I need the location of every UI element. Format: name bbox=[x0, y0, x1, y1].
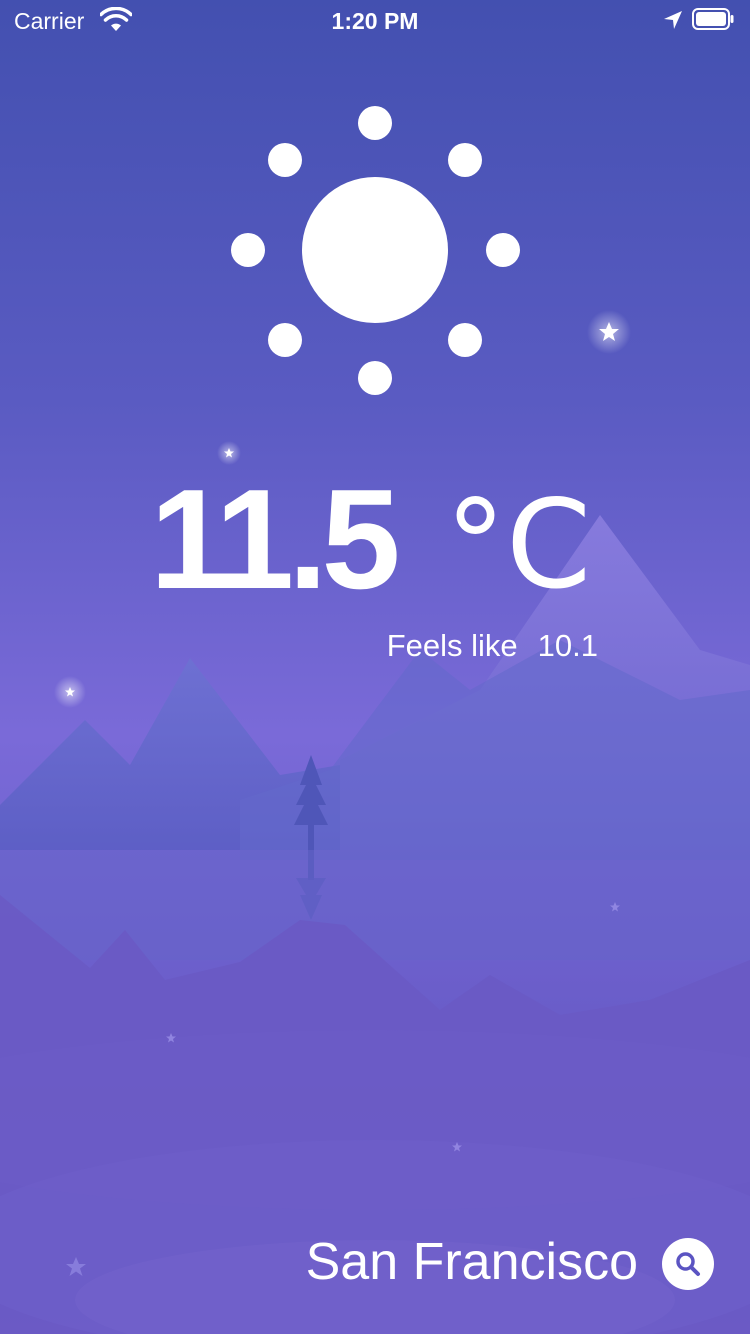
city-name: San Francisco bbox=[305, 1233, 638, 1291]
status-time: 1:20 PM bbox=[331, 8, 419, 34]
temperature-display: 11.5 °C bbox=[150, 460, 610, 619]
temperature-unit: °C bbox=[445, 474, 592, 616]
feels-like-value: 10.1 bbox=[537, 628, 598, 663]
location-arrow-icon bbox=[664, 11, 682, 29]
battery-icon bbox=[692, 8, 734, 30]
temperature-value: 11.5 bbox=[150, 460, 401, 619]
feels-like-label: Feels like bbox=[386, 628, 518, 663]
feels-like: Feels like 10.1 bbox=[387, 628, 598, 664]
status-bar: Carrier 1:20 PM bbox=[0, 0, 750, 40]
search-button[interactable] bbox=[662, 1238, 714, 1290]
sun-icon bbox=[231, 106, 520, 395]
weather-screen: Carrier 1:20 PM 11.5 °C Feels like 10.1 … bbox=[0, 0, 750, 1334]
search-icon bbox=[676, 1252, 700, 1276]
